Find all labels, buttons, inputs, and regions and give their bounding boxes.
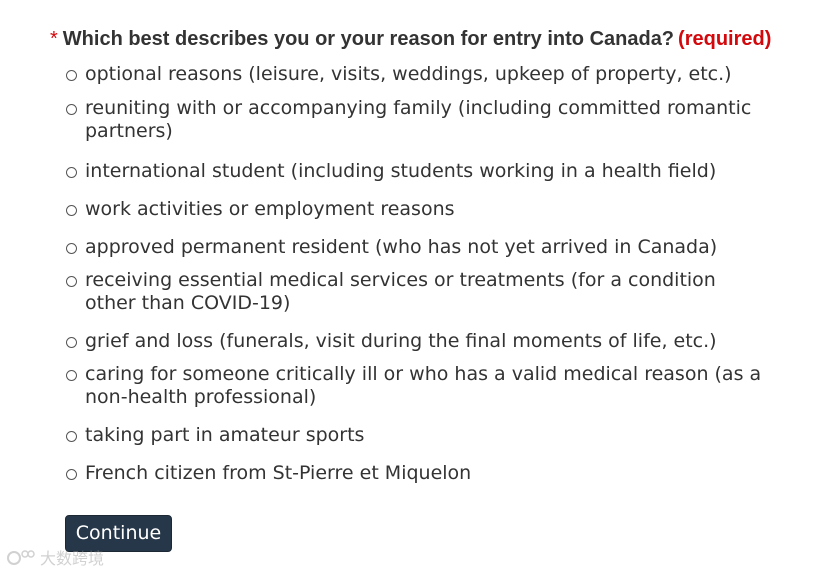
radio-option-work-activities[interactable]: work activities or employment reasons: [64, 198, 784, 221]
radio-button[interactable]: [66, 276, 77, 287]
radio-button[interactable]: [66, 370, 77, 381]
radio-option-grief-and-loss[interactable]: grief and loss (funerals, visit during t…: [64, 330, 784, 353]
radio-button[interactable]: [66, 469, 77, 480]
question-heading: * Which best describes you or your reason…: [50, 25, 810, 53]
question-text: Which best describes you or your reason …: [62, 28, 675, 50]
radio-button[interactable]: [66, 167, 77, 178]
radio-option-optional-reasons[interactable]: optional reasons (leisure, visits, weddi…: [64, 63, 784, 86]
radio-option-label: taking part in amateur sports: [85, 424, 365, 446]
radio-button[interactable]: [66, 205, 77, 216]
radio-button[interactable]: [66, 337, 77, 348]
radio-button[interactable]: [66, 243, 77, 254]
radio-option-international-student[interactable]: international student (including student…: [64, 160, 784, 183]
radio-option-caring-for-ill[interactable]: caring for someone critically ill or who…: [64, 363, 784, 409]
watermark-logo-icon: [7, 550, 35, 565]
radio-option-amateur-sports[interactable]: taking part in amateur sports: [64, 424, 784, 447]
radio-option-permanent-resident[interactable]: approved permanent resident (who has not…: [64, 236, 784, 259]
radio-option-label: grief and loss (funerals, visit during t…: [85, 330, 717, 352]
radio-option-label: caring for someone critically ill or who…: [85, 363, 762, 408]
radio-button[interactable]: [66, 431, 77, 442]
watermark-text: 大数跨境: [40, 549, 105, 568]
required-asterisk: *: [50, 28, 58, 50]
radio-option-label: work activities or employment reasons: [85, 198, 455, 220]
radio-option-label: receiving essential medical services or …: [85, 269, 716, 314]
required-label: (required): [678, 28, 772, 50]
radio-button[interactable]: [66, 104, 77, 115]
radio-option-label: international student (including student…: [85, 160, 717, 182]
radio-option-reuniting-family[interactable]: reuniting with or accompanying family (i…: [64, 97, 784, 143]
radio-option-french-citizen[interactable]: French citizen from St-Pierre et Miquelo…: [64, 462, 784, 485]
radio-option-label: reuniting with or accompanying family (i…: [85, 97, 752, 142]
radio-option-medical-services[interactable]: receiving essential medical services or …: [64, 269, 784, 315]
watermark: 大数跨境: [6, 545, 104, 569]
radio-option-label: approved permanent resident (who has not…: [85, 236, 718, 258]
radio-option-label: French citizen from St-Pierre et Miquelo…: [85, 462, 472, 484]
radio-option-label: optional reasons (leisure, visits, weddi…: [85, 63, 732, 85]
radio-button[interactable]: [66, 70, 77, 81]
